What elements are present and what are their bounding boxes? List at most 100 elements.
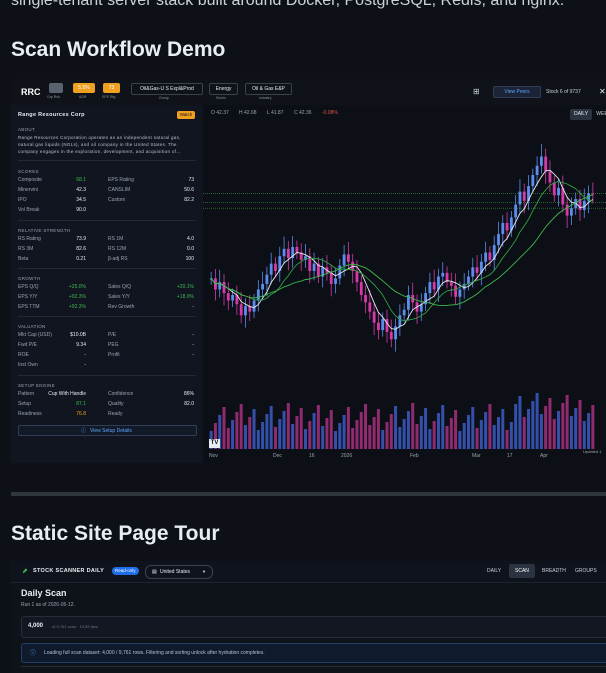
candle-body	[398, 315, 402, 327]
add-to-list-icon[interactable]: ⊞	[473, 87, 480, 96]
volume-bar	[282, 411, 286, 449]
candle-body	[552, 182, 556, 196]
candle-body	[514, 204, 518, 218]
volume-bar	[449, 418, 453, 449]
metric-label: CANSLIM	[108, 187, 131, 193]
industry-tag[interactable]: Oil & Gas E&P	[245, 83, 292, 95]
nav-groups[interactable]: GROUPS	[575, 568, 597, 574]
group-rank-pill	[49, 83, 63, 93]
candle-body	[376, 322, 380, 331]
volume-bar	[346, 407, 350, 449]
candle-body	[355, 271, 359, 283]
metric-value: 82.2	[184, 197, 194, 203]
watch-button[interactable]: Watch	[177, 111, 195, 119]
volume-bar	[312, 413, 316, 449]
candle-body	[359, 282, 363, 295]
candle-body	[454, 285, 458, 297]
metric-label: Setup	[18, 401, 32, 407]
loading-notice: ⓘ Loading full scan dataset: 4,000 / 9,7…	[21, 643, 606, 663]
candle-body	[535, 165, 539, 175]
metric-value: 90.0	[76, 207, 86, 213]
moving-average-line	[210, 169, 594, 330]
metric-label: EPS Y/Y	[18, 294, 38, 300]
chart-canvas	[203, 144, 606, 449]
price-chart[interactable]: O 42.37 H 42.68 L 41.87 C 42.36 -0.08% D…	[203, 105, 606, 463]
company-name: Range Resources Corp	[18, 112, 85, 118]
region-select[interactable]: ▤ United States ▼	[145, 565, 213, 579]
volume-bar	[415, 424, 419, 449]
candle-body	[226, 293, 230, 301]
metric-label: PEG	[108, 342, 119, 348]
close-icon[interactable]: ✕	[599, 87, 606, 96]
metric-row: EPS Q/Q +25.0% Sales Q/Q +20.1%	[18, 284, 196, 292]
volume-bar	[372, 417, 376, 449]
volume-bar	[355, 420, 359, 449]
volume-bar	[471, 407, 475, 449]
volume-bar	[235, 412, 239, 449]
metric-value: $10.0B	[70, 332, 86, 338]
candle-body	[334, 278, 337, 284]
volume-bar	[548, 398, 552, 449]
volume-bar	[222, 407, 226, 449]
x-tick-label: Nov	[209, 453, 218, 459]
metric-label: Ready	[108, 411, 123, 417]
group-tag-caption: Group	[159, 96, 169, 100]
volume-bar	[342, 415, 346, 449]
volume-bar	[492, 425, 496, 449]
volume-bar	[295, 416, 299, 449]
nav-daily[interactable]: DAILY	[487, 568, 501, 574]
volume-bar	[243, 425, 247, 449]
nav-scan-active[interactable]: SCAN	[509, 564, 535, 578]
metric-value: 50.6	[184, 187, 194, 193]
metric-label: Mkt Cap (USD)	[18, 332, 52, 338]
volume-bar	[231, 420, 235, 449]
candle-body	[548, 171, 552, 183]
flag-icon: ▤	[152, 569, 157, 575]
candle-body	[539, 156, 543, 166]
candle-body	[518, 191, 522, 205]
volume-bar	[552, 419, 556, 449]
metric-value: -	[192, 352, 194, 358]
metric-label: Sales Y/Y	[108, 294, 130, 300]
x-tick-label: 2026	[341, 453, 353, 459]
volume-bar	[458, 431, 462, 449]
metric-row: Setup 87.1 Quality 82.0	[18, 401, 196, 409]
view-setup-details-button[interactable]: ⓘ View Setup Details	[18, 425, 197, 436]
sector-tag[interactable]: Energy	[209, 83, 238, 95]
metric-row: Composite 68.1 EPS Rating 73	[18, 177, 196, 185]
metric-value: 73.9	[76, 236, 86, 242]
section-title-page-tour: Static Site Page Tour	[11, 522, 220, 545]
sector-tag-caption: Sector	[216, 96, 227, 100]
about-heading: ABOUT	[18, 127, 36, 132]
metric-label: Readiness	[18, 411, 42, 417]
volume-bar	[419, 416, 423, 449]
metric-row: Minervini 42.3 CANSLIM 50.6	[18, 187, 196, 195]
metric-row: EPS TTM +92.3% Rev Growth -	[18, 304, 196, 312]
tradingview-logo: TV	[209, 439, 220, 448]
x-tick-label: Feb	[410, 453, 419, 459]
metric-label: EPS Rating	[108, 177, 134, 183]
candle-body	[497, 234, 500, 246]
industry-tag-caption: Industry	[259, 96, 272, 100]
volume-bar	[402, 419, 406, 449]
setup-heading: SETUP ENGINE	[18, 383, 56, 388]
row-count-note: of 9,761 rows · 13.89 dwn	[52, 624, 99, 629]
nav-breadth[interactable]: BREADTH	[542, 568, 566, 574]
metric-row: RS Rating 73.9 RS 1M 4.0	[18, 236, 196, 244]
volume-bar	[376, 409, 380, 449]
view-peers-button[interactable]: View Peers	[493, 86, 541, 98]
divider	[18, 268, 196, 269]
volume-bar	[273, 427, 277, 449]
volume-bar	[286, 403, 290, 449]
intro-text: single-tenant server stack built around …	[11, 0, 565, 9]
volume-bar	[329, 410, 333, 449]
volume-bar	[248, 417, 252, 449]
metric-label: Confidence	[108, 391, 134, 397]
metric-value: +25.0%	[68, 284, 86, 290]
volume-bar	[424, 408, 428, 449]
metric-row: Mkt Cap (USD) $10.0B P/E -	[18, 332, 196, 340]
volume-bar	[261, 422, 265, 449]
group-tag[interactable]: Oil&Gas-U S Expl&Prod	[131, 83, 203, 95]
volume-bar	[265, 414, 269, 449]
volume-bar	[466, 415, 470, 449]
